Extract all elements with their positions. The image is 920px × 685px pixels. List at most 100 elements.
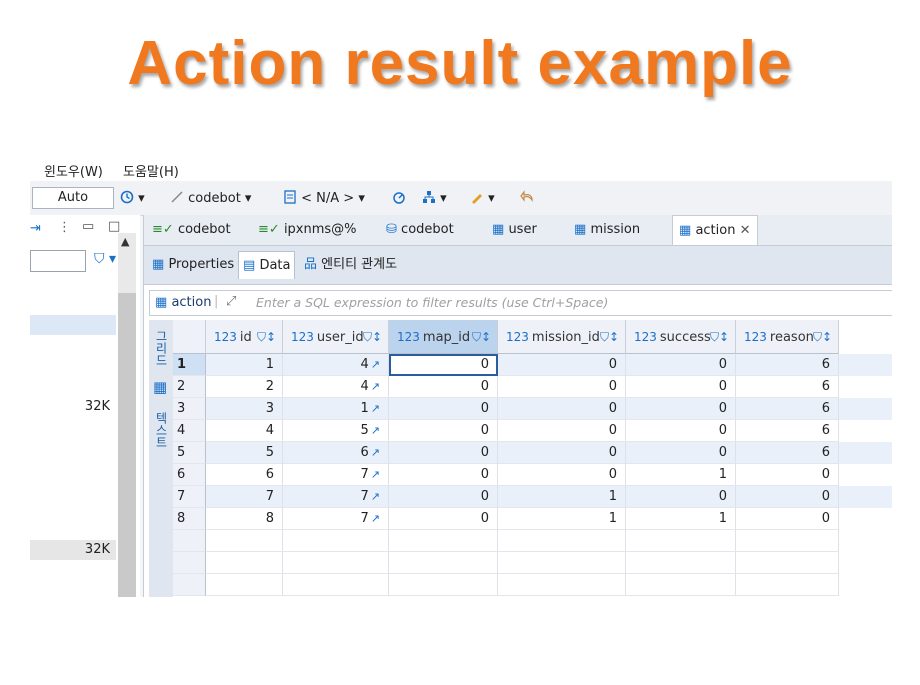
cell-user-id[interactable]: 5 ↗ xyxy=(283,420,389,442)
cell-map-id[interactable]: 0 xyxy=(389,354,498,376)
cell-reason[interactable]: 0 xyxy=(736,486,839,508)
cell-success[interactable]: 0 xyxy=(626,354,736,376)
cell-id[interactable] xyxy=(206,574,283,596)
expand-icon[interactable]: ⤢ xyxy=(226,294,236,309)
column-header-mission-id[interactable]: 123 mission_id ⛉↕ xyxy=(498,320,626,354)
cell-success[interactable] xyxy=(626,530,736,552)
tab-data[interactable]: ▤ Data xyxy=(238,251,296,279)
sort-filter-icon[interactable]: ⛉↕ xyxy=(813,320,832,354)
cell-map-id[interactable] xyxy=(389,552,498,574)
foreign-key-link-icon[interactable]: ↗ xyxy=(371,490,380,503)
foreign-key-link-icon[interactable]: ↗ xyxy=(371,380,380,393)
dashboard-icon[interactable] xyxy=(392,190,406,206)
tab-ipxnms[interactable]: ≡✓ ipxnms@% xyxy=(252,215,363,245)
cell-mission-id[interactable]: 0 xyxy=(498,376,626,398)
cell-mission-id[interactable]: 1 xyxy=(498,508,626,530)
column-header-user-id[interactable]: 123 user_id ⛉↕ xyxy=(283,320,389,354)
foreign-key-link-icon[interactable]: ↗ xyxy=(371,512,380,525)
tab-properties[interactable]: ▦ Properties xyxy=(148,251,238,279)
empty-row[interactable] xyxy=(173,530,892,552)
foreign-key-link-icon[interactable]: ↗ xyxy=(371,424,380,437)
cell-map-id[interactable]: 0 xyxy=(389,486,498,508)
navigator-scrollbar-thumb[interactable] xyxy=(118,293,136,597)
maximize-icon[interactable]: □ xyxy=(108,219,120,234)
sql-filter-bar[interactable]: ▦ action | ⤢ Enter a SQL expression to f… xyxy=(149,290,892,316)
close-icon[interactable]: ✕ xyxy=(740,223,751,238)
cell-reason[interactable]: 6 xyxy=(736,354,839,376)
cell-user-id[interactable] xyxy=(283,530,389,552)
foreign-key-link-icon[interactable]: ↗ xyxy=(371,402,380,415)
cell-mission-id[interactable]: 1 xyxy=(498,486,626,508)
cell-success[interactable]: 1 xyxy=(626,508,736,530)
cell-mission-id[interactable]: 0 xyxy=(498,442,626,464)
grid-icon[interactable]: ▦ xyxy=(153,378,167,396)
cell-success[interactable]: 0 xyxy=(626,398,736,420)
cell-map-id[interactable]: 0 xyxy=(389,376,498,398)
sort-filter-icon[interactable]: ⛉↕ xyxy=(363,320,382,354)
cell-mission-id[interactable]: 0 xyxy=(498,464,626,486)
filter-input[interactable]: Enter a SQL expression to filter results… xyxy=(256,295,608,310)
connection-selector[interactable]: codebot ▾ xyxy=(170,190,251,206)
cell-map-id[interactable]: 0 xyxy=(389,398,498,420)
undo-icon[interactable] xyxy=(520,190,534,206)
text-view-label[interactable]: 텍스트 xyxy=(153,412,170,448)
cell-user-id[interactable]: 6 ↗ xyxy=(283,442,389,464)
tab-codebot-sql[interactable]: ≡✓ codebot xyxy=(146,215,237,245)
navigator-selected-row[interactable] xyxy=(30,315,116,335)
foreign-key-link-icon[interactable]: ↗ xyxy=(371,358,380,371)
tab-er-diagram[interactable]: 品 엔티티 관계도 xyxy=(300,251,401,279)
tab-action[interactable]: ▦ action ✕ xyxy=(672,215,758,245)
cell-mission-id[interactable] xyxy=(498,574,626,596)
cell-reason[interactable]: 0 xyxy=(736,508,839,530)
cell-success[interactable] xyxy=(626,574,736,596)
tab-codebot-db[interactable]: ⛁ codebot xyxy=(380,215,460,245)
cell-user-id[interactable]: 7 ↗ xyxy=(283,486,389,508)
column-header-map-id[interactable]: 123 map_id ⛉↕ xyxy=(389,320,498,354)
menu-help[interactable]: 도움말(H) xyxy=(123,161,179,180)
network-icon[interactable]: ▾ xyxy=(422,190,447,206)
cell-reason[interactable] xyxy=(736,530,839,552)
link-arrow-icon[interactable]: ⇥ xyxy=(30,221,41,236)
cell-reason[interactable]: 6 xyxy=(736,442,839,464)
cell-success[interactable]: 1 xyxy=(626,464,736,486)
cell-id[interactable]: 5 xyxy=(206,442,283,464)
empty-row[interactable] xyxy=(173,552,892,574)
cell-user-id[interactable]: 1 ↗ xyxy=(283,398,389,420)
empty-row[interactable] xyxy=(173,574,892,596)
cell-id[interactable]: 2 xyxy=(206,376,283,398)
sort-filter-icon[interactable]: ⛉↕ xyxy=(710,320,729,354)
cell-reason[interactable] xyxy=(736,574,839,596)
column-header-reason[interactable]: 123 reason ⛉↕ xyxy=(736,320,839,354)
cell-id[interactable]: 3 xyxy=(206,398,283,420)
navigator-filter-input[interactable] xyxy=(30,250,86,272)
cell-map-id[interactable] xyxy=(389,530,498,552)
cell-success[interactable]: 0 xyxy=(626,442,736,464)
tab-user[interactable]: ▦ user xyxy=(486,215,543,245)
cell-id[interactable]: 7 xyxy=(206,486,283,508)
scroll-up-icon[interactable]: ▲ xyxy=(121,235,129,248)
grid-view-label[interactable]: 그리드 xyxy=(153,330,170,366)
more-icon[interactable]: ⋮ xyxy=(58,220,71,235)
cell-id[interactable]: 4 xyxy=(206,420,283,442)
cell-success[interactable]: 0 xyxy=(626,420,736,442)
table-row[interactable]: 7 7 7 ↗ 0 1 0 0 xyxy=(173,486,892,508)
cell-user-id[interactable]: 7 ↗ xyxy=(283,464,389,486)
cell-reason[interactable]: 6 xyxy=(736,398,839,420)
cell-success[interactable] xyxy=(626,552,736,574)
cell-user-id[interactable]: 4 ↗ xyxy=(283,354,389,376)
cell-mission-id[interactable] xyxy=(498,552,626,574)
cell-reason[interactable]: 6 xyxy=(736,420,839,442)
column-header-success[interactable]: 123 success ⛉↕ xyxy=(626,320,736,354)
sort-filter-icon[interactable]: ⛉↕ xyxy=(257,320,276,354)
table-row[interactable]: 1 1 4 ↗ 0 0 0 6 xyxy=(173,354,892,376)
cell-mission-id[interactable]: 0 xyxy=(498,398,626,420)
cell-user-id[interactable]: 7 ↗ xyxy=(283,508,389,530)
pencil-icon[interactable]: ▾ xyxy=(470,190,495,206)
cell-success[interactable]: 0 xyxy=(626,376,736,398)
foreign-key-link-icon[interactable]: ↗ xyxy=(371,468,380,481)
transaction-mode-select[interactable]: Auto xyxy=(32,187,114,209)
history-icon[interactable]: ▾ xyxy=(120,190,145,206)
sort-filter-icon[interactable]: ⛉↕ xyxy=(472,320,491,354)
cell-id[interactable]: 6 xyxy=(206,464,283,486)
tab-mission[interactable]: ▦ mission xyxy=(568,215,646,245)
